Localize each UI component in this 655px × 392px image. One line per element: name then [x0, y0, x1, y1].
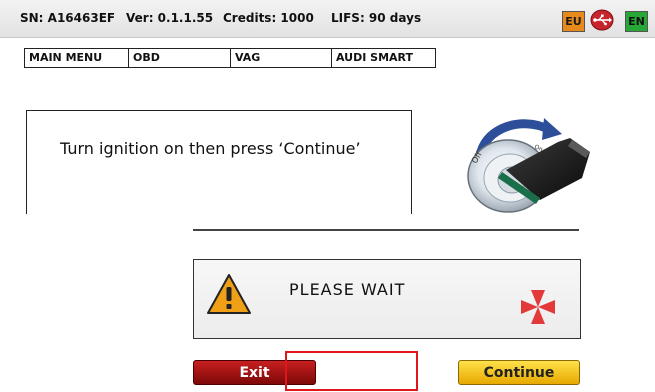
highlight-frame: [285, 351, 418, 391]
breadcrumb-vag[interactable]: VAG: [231, 49, 332, 67]
instruction-box: Turn ignition on then press ‘Continue’: [26, 110, 412, 230]
credits: Credits: 1000: [223, 11, 314, 25]
lifs: LIFS: 90 days: [331, 11, 422, 25]
ignition-key-icon: Off On: [462, 108, 598, 218]
warning-icon: [206, 273, 252, 315]
continue-button[interactable]: Continue: [458, 360, 580, 385]
usb-icon[interactable]: [590, 9, 614, 31]
panel-divider: [193, 229, 579, 231]
eu-flag-button[interactable]: EU: [562, 11, 585, 32]
instruction-text: Turn ignition on then press ‘Continue’: [60, 139, 361, 158]
version: Ver: 0.1.1.55: [126, 11, 214, 25]
spinner-icon: [518, 287, 558, 327]
serial-number: SN: A16463EF: [20, 11, 116, 25]
breadcrumb-main-menu[interactable]: MAIN MENU: [25, 49, 129, 67]
en-flag-button[interactable]: EN: [625, 11, 648, 32]
breadcrumb: MAIN MENU OBD VAG AUDI SMART: [24, 48, 436, 68]
please-wait-panel: PLEASE WAIT: [193, 259, 581, 339]
breadcrumb-obd[interactable]: OBD: [129, 49, 231, 67]
breadcrumb-audi-smart[interactable]: AUDI SMART: [332, 49, 435, 67]
please-wait-text: PLEASE WAIT: [289, 280, 406, 299]
